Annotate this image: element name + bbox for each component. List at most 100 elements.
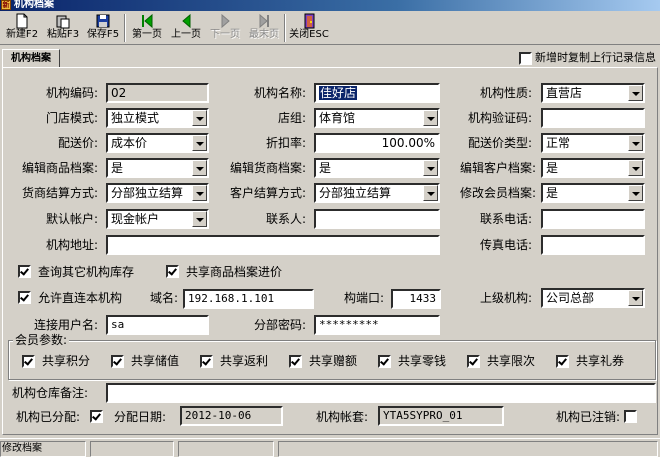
copy-prev-checkbox[interactable] <box>519 52 532 65</box>
org-name-field[interactable]: 佳好店 <box>314 83 440 103</box>
dist-price-select[interactable]: 成本价 <box>106 133 209 153</box>
status-text: 修改档案 <box>0 441 86 457</box>
query-stock-checkbox[interactable] <box>18 265 31 278</box>
member-share-change-checkbox[interactable] <box>378 355 391 368</box>
last-page-button[interactable]: 最末页 <box>245 12 283 43</box>
chevron-down-icon[interactable] <box>628 135 643 151</box>
contact-field[interactable] <box>314 209 440 229</box>
edit-customer-select[interactable]: 是 <box>541 158 645 178</box>
next-page-button[interactable]: 下一页 <box>206 12 244 43</box>
chevron-down-icon[interactable] <box>628 185 643 201</box>
customer-settle-value: 分部独立结算 <box>319 186 392 200</box>
store-group-value: 体育馆 <box>319 111 356 125</box>
query-stock-label: 查询其它机构库存 <box>38 265 135 279</box>
member-share-limit-checkbox[interactable] <box>467 355 480 368</box>
edit-member-select[interactable]: 是 <box>541 183 645 203</box>
chevron-down-icon[interactable] <box>192 110 207 126</box>
close-button-label: 关闭ESC <box>289 29 329 40</box>
allow-connect-checkbox[interactable] <box>18 291 31 304</box>
account-set-field: YTA5SYPRO_01 <box>378 406 504 426</box>
prev-page-button[interactable]: 上一页 <box>167 12 205 43</box>
edit-member-label: 修改会员档案: <box>459 186 536 200</box>
tab-org-archive[interactable]: 机构档案 <box>2 49 60 68</box>
default-account-value: 现金帐户 <box>111 212 160 226</box>
member-share-deposit-label: 共享储值 <box>131 354 180 368</box>
save-button-label: 保存F5 <box>86 29 120 40</box>
chevron-down-icon[interactable] <box>423 160 438 176</box>
contact-label: 联系人: <box>265 212 306 226</box>
dist-price-label: 配送价: <box>57 136 98 150</box>
address-field[interactable] <box>106 235 440 255</box>
chevron-down-icon[interactable] <box>628 85 643 101</box>
conn-user-label: 连接用户名: <box>33 318 98 332</box>
chevron-down-icon[interactable] <box>192 160 207 176</box>
org-nature-select[interactable]: 直营店 <box>541 83 645 103</box>
allow-connect-label: 允许直连本机构 <box>38 291 123 305</box>
edit-goods-value: 是 <box>111 161 124 175</box>
branch-pwd-field[interactable]: ********* <box>314 315 440 335</box>
store-mode-select[interactable]: 独立模式 <box>106 108 209 128</box>
paste-button[interactable]: 粘贴F3 <box>44 12 82 43</box>
member-share-deposit-checkbox[interactable] <box>111 355 124 368</box>
address-label: 机构地址: <box>45 238 98 252</box>
alloc-date-label: 分配日期: <box>114 410 167 424</box>
new-button[interactable]: 新建F2 <box>2 12 42 43</box>
customer-settle-label: 客户结算方式: <box>229 186 306 200</box>
app-icon: 新 <box>1 0 11 10</box>
share-goods-price-checkbox[interactable] <box>166 265 179 278</box>
member-share-gift-label: 共享赠额 <box>309 354 358 368</box>
conn-user-field[interactable]: sa <box>106 315 209 335</box>
phone-label: 联系电话: <box>479 212 532 226</box>
discount-field[interactable]: 100.00% <box>314 133 440 153</box>
new-document-icon <box>16 13 28 29</box>
port-field[interactable]: 1433 <box>391 289 441 309</box>
edit-goods-select[interactable]: 是 <box>106 158 209 178</box>
dist-price-type-value: 正常 <box>546 136 571 150</box>
customer-settle-select[interactable]: 分部独立结算 <box>314 183 440 203</box>
supplier-settle-value: 分部独立结算 <box>111 186 184 200</box>
warehouse-note-label: 机构仓库备注: <box>12 386 89 400</box>
edit-member-value: 是 <box>546 186 559 200</box>
supplier-settle-select[interactable]: 分部独立结算 <box>106 183 209 203</box>
fax-field[interactable] <box>541 235 645 255</box>
parent-org-label: 上级机构: <box>479 291 532 305</box>
chevron-down-icon[interactable] <box>192 135 207 151</box>
chevron-down-icon[interactable] <box>192 185 207 201</box>
toolbar-separator <box>284 14 286 42</box>
paste-button-label: 粘贴F3 <box>46 29 80 40</box>
first-page-label: 第一页 <box>132 29 162 40</box>
dist-price-type-select[interactable]: 正常 <box>541 133 645 153</box>
close-button[interactable]: 关闭ESC <box>288 12 330 43</box>
last-page-label: 最末页 <box>249 29 279 40</box>
chevron-down-icon[interactable] <box>423 185 438 201</box>
chevron-down-icon[interactable] <box>628 160 643 176</box>
edit-supplier-select[interactable]: 是 <box>314 158 440 178</box>
default-account-select[interactable]: 现金帐户 <box>106 209 209 229</box>
phone-field[interactable] <box>541 209 645 229</box>
org-verify-field[interactable] <box>541 108 645 128</box>
first-page-button[interactable]: 第一页 <box>128 12 166 43</box>
chevron-down-icon[interactable] <box>423 110 438 126</box>
member-share-points-checkbox[interactable] <box>22 355 35 368</box>
member-share-rebate-checkbox[interactable] <box>200 355 213 368</box>
org-name-label: 机构名称: <box>253 86 306 100</box>
member-share-voucher-label: 共享礼券 <box>576 354 625 368</box>
cancelled-checkbox[interactable] <box>624 410 637 423</box>
allocated-checkbox[interactable] <box>90 410 103 423</box>
member-share-voucher-checkbox[interactable] <box>556 355 569 368</box>
domain-field[interactable]: 192.168.1.101 <box>183 289 314 309</box>
status-panel-3 <box>178 441 274 457</box>
chevron-down-icon[interactable] <box>192 211 207 227</box>
close-door-icon <box>304 13 315 29</box>
member-share-gift-checkbox[interactable] <box>289 355 302 368</box>
dist-price-value: 成本价 <box>111 136 148 150</box>
store-group-label: 店组: <box>277 111 306 125</box>
warehouse-note-field[interactable] <box>106 383 656 403</box>
save-button[interactable]: 保存F5 <box>84 12 122 43</box>
member-share-limit-label: 共享限次 <box>487 354 536 368</box>
store-group-select[interactable]: 体育馆 <box>314 108 440 128</box>
parent-org-select[interactable]: 公司总部 <box>541 288 645 308</box>
store-mode-label: 门店模式: <box>45 111 98 125</box>
chevron-down-icon[interactable] <box>628 290 643 306</box>
edit-customer-value: 是 <box>546 161 559 175</box>
